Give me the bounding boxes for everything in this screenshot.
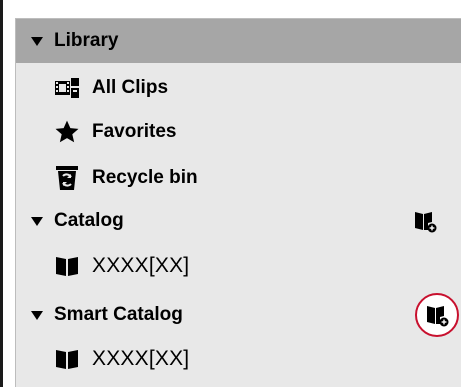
smart-catalog-section-header[interactable]: Smart Catalog: [16, 293, 461, 337]
add-smart-catalog-icon[interactable]: [425, 303, 449, 327]
smart-catalog-item[interactable]: XXXX[XX]: [16, 337, 461, 381]
library-item-favorites[interactable]: Favorites: [16, 110, 461, 154]
library-section-header[interactable]: Library: [16, 19, 461, 63]
recycle-bin-label: Recycle bin: [92, 167, 198, 188]
star-icon: [54, 119, 80, 145]
smart-catalog-item-label: XXXX[XX]: [92, 347, 190, 370]
library-panel: Library All Clips Favorites Recycle bin …: [15, 18, 461, 387]
book-icon: [54, 348, 80, 370]
catalog-item-label: XXXX[XX]: [92, 254, 190, 277]
add-catalog-icon[interactable]: [413, 209, 437, 233]
smart-catalog-header-label: Smart Catalog: [54, 304, 183, 325]
collapse-triangle-icon[interactable]: [31, 216, 43, 226]
collapse-triangle-icon[interactable]: [31, 36, 43, 46]
catalog-header-label: Catalog: [54, 210, 124, 231]
all-clips-label: All Clips: [92, 77, 169, 98]
recycle-bin-icon: [54, 165, 80, 191]
book-icon: [54, 255, 80, 277]
all-clips-icon: [54, 77, 80, 99]
favorites-label: Favorites: [92, 121, 177, 142]
library-header-label: Library: [54, 30, 119, 51]
library-item-all-clips[interactable]: All Clips: [16, 66, 461, 110]
catalog-section-header[interactable]: Catalog: [16, 199, 461, 243]
collapse-triangle-icon[interactable]: [31, 310, 43, 320]
catalog-item[interactable]: XXXX[XX]: [16, 244, 461, 288]
add-smart-catalog-button[interactable]: [415, 293, 459, 337]
library-item-recycle-bin[interactable]: Recycle bin: [16, 156, 461, 200]
